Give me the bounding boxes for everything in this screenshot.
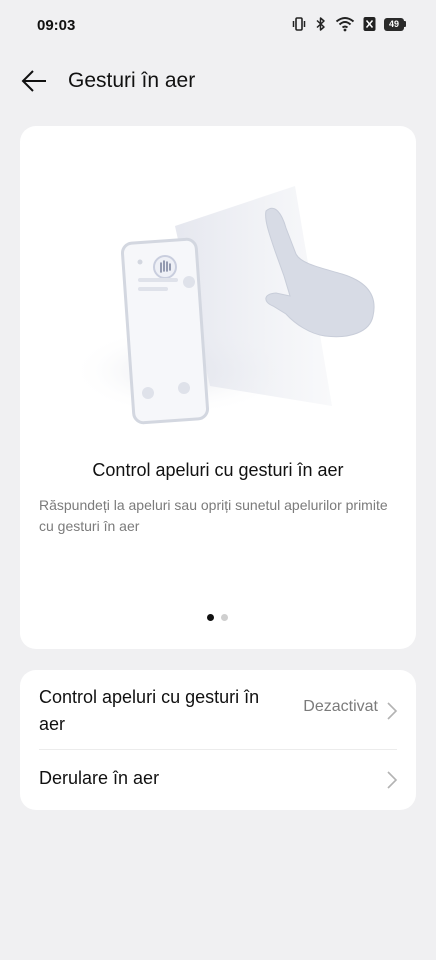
status-time: 09:03 [37, 17, 76, 34]
back-arrow-icon [21, 70, 46, 92]
pager [207, 614, 228, 621]
pager-dot-1[interactable] [207, 614, 214, 621]
chevron-right-icon [387, 702, 398, 720]
bluetooth-icon [315, 16, 327, 32]
page-title: Gesturi în aer [68, 69, 196, 92]
pager-dot-2[interactable] [221, 614, 228, 621]
setting-value: Dezactivat [303, 698, 378, 715]
status-bar: 09:03 49 [0, 0, 436, 52]
settings-card: Control apeluri cu gesturi în aer Dezact… [20, 670, 416, 810]
chevron-right-icon [387, 771, 398, 789]
no-sim-icon [363, 16, 376, 32]
vibrate-icon [291, 16, 307, 32]
setting-air-scroll[interactable]: Derulare în aer [20, 750, 416, 810]
hero-description: Răspundeți la apeluri sau opriți sunetul… [39, 497, 388, 534]
setting-label: Derulare în aer [39, 768, 160, 788]
status-icons: 49 [291, 16, 406, 32]
air-gesture-illustration [70, 186, 375, 425]
setting-label: Control apeluri cu gesturi în aer [39, 687, 260, 734]
back-button[interactable] [16, 64, 52, 98]
hero-card: Control apeluri cu gesturi în aer Răspun… [20, 126, 416, 649]
header: Gesturi în aer [0, 52, 436, 110]
battery-level: 49 [384, 17, 404, 31]
wifi-icon [335, 16, 355, 32]
hero-title: Control apeluri cu gesturi în aer [92, 460, 344, 480]
setting-call-control[interactable]: Control apeluri cu gesturi în aer Dezact… [20, 670, 416, 749]
battery-icon: 49 [384, 17, 406, 31]
